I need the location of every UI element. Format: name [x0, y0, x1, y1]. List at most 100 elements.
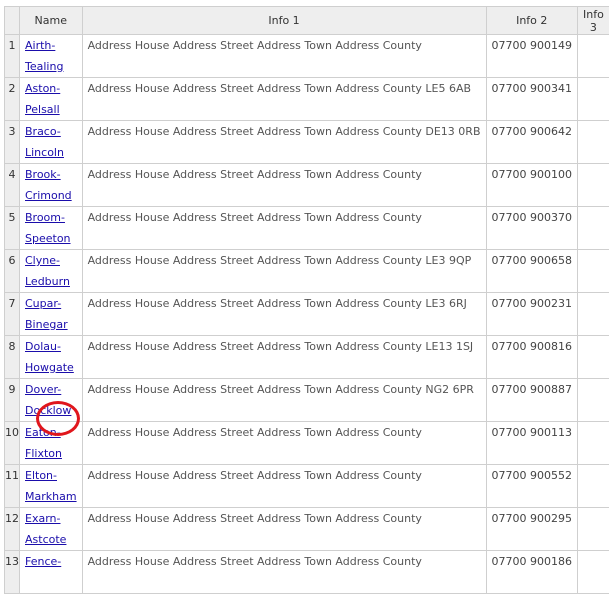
name-cell: Broom-Speeton [20, 207, 83, 250]
info2-cell: 07700 900186 [486, 551, 577, 594]
name-cell: Exarn-Astcote [20, 508, 83, 551]
name-link[interactable]: Brook-Crimond [25, 164, 77, 206]
table-row: 2 Aston-PelsallAddress House Address Stre… [5, 78, 609, 121]
table-row: 11Elton-MarkhamAddress House Address Str… [5, 465, 609, 508]
info2-cell: 07700 900149 [486, 35, 577, 78]
name-cell: Braco-Lincoln [20, 121, 83, 164]
name-link[interactable]: Cupar-Binegar [25, 293, 77, 335]
info3-cell [577, 78, 609, 121]
row-number: 5 [5, 207, 19, 229]
row-number: 2 [5, 78, 19, 100]
info1-cell: Address House Address Street Address Tow… [82, 422, 486, 465]
table-row: 10 Eaton-FlixtonAddress House Address Str… [5, 422, 609, 465]
name-cell: Eaton-Flixton [20, 422, 83, 465]
row-number-cell: 1 [5, 35, 20, 78]
table-row: 3 Braco-LincolnAddress House Address Stre… [5, 121, 609, 164]
name-link[interactable]: Broom-Speeton [25, 207, 77, 249]
row-number: 1 [5, 35, 19, 57]
table-row: 6 Clyne-LedburnAddress House Address Stre… [5, 250, 609, 293]
row-number-cell: 3 [5, 121, 20, 164]
table-row: 4Brook-CrimondAddress House Address Stre… [5, 164, 609, 207]
table-row: 9 Dover-DocklowAddress House Address Stre… [5, 379, 609, 422]
table-row: 12 Exarn-AstcoteAddress House Address Str… [5, 508, 609, 551]
name-link[interactable]: Aston-Pelsall [25, 78, 77, 120]
info1-cell: Address House Address Street Address Tow… [82, 207, 486, 250]
name-cell: Clyne-Ledburn [20, 250, 83, 293]
info3-cell [577, 422, 609, 465]
info2-cell: 07700 900658 [486, 250, 577, 293]
row-number-cell: 5 [5, 207, 20, 250]
info2-cell: 07700 900816 [486, 336, 577, 379]
name-column-header[interactable]: Name [20, 7, 83, 35]
info3-cell [577, 379, 609, 422]
info2-cell: 07700 900552 [486, 465, 577, 508]
table-row: 5 Broom-SpeetonAddress House Address Stre… [5, 207, 609, 250]
info3-cell [577, 164, 609, 207]
row-number-cell: 8 [5, 336, 20, 379]
info1-cell: Address House Address Street Address Tow… [82, 78, 486, 121]
info3-cell [577, 465, 609, 508]
row-number-cell: 12 [5, 508, 20, 551]
info3-cell [577, 293, 609, 336]
name-link[interactable]: Airth-Tealing [25, 35, 77, 77]
info1-cell: Address House Address Street Address Tow… [82, 250, 486, 293]
name-link[interactable]: Elton-Markham [25, 465, 77, 507]
row-number-header [5, 7, 20, 35]
info2-cell: 07700 900100 [486, 164, 577, 207]
row-number: 10 [5, 422, 19, 444]
info1-cell: Address House Address Street Address Tow… [82, 164, 486, 207]
row-number-cell: 10 [5, 422, 20, 465]
name-link[interactable]: Dover-Docklow [25, 379, 77, 421]
info2-cell: 07700 900370 [486, 207, 577, 250]
name-link[interactable]: Exarn-Astcote [25, 508, 77, 550]
info3-cell [577, 336, 609, 379]
info1-cell: Address House Address Street Address Tow… [82, 508, 486, 551]
row-number-cell: 4 [5, 164, 20, 207]
info3-cell [577, 35, 609, 78]
row-number: 8 [5, 336, 19, 358]
name-cell: Aston-Pelsall [20, 78, 83, 121]
row-number: 3 [5, 121, 19, 143]
name-cell: Airth-Tealing [20, 35, 83, 78]
row-number: 6 [5, 250, 19, 272]
info1-cell: Address House Address Street Address Tow… [82, 293, 486, 336]
info3-cell [577, 207, 609, 250]
info2-cell: 07700 900341 [486, 78, 577, 121]
info3-column-header[interactable]: Info 3 [577, 7, 609, 35]
info1-cell: Address House Address Street Address Tow… [82, 379, 486, 422]
info2-cell: 07700 900113 [486, 422, 577, 465]
row-number-cell: 7 [5, 293, 20, 336]
name-link[interactable]: Fence- [25, 551, 77, 572]
info1-cell: Address House Address Street Address Tow… [82, 336, 486, 379]
info3-cell [577, 551, 609, 594]
info1-cell: Address House Address Street Address Tow… [82, 551, 486, 594]
row-number: 9 [5, 379, 19, 401]
address-table: Name Info 1 Info 2 Info 3 1 Airth-Tealing… [4, 6, 609, 594]
name-cell: Dolau-Howgate [20, 336, 83, 379]
name-cell: Dover-Docklow [20, 379, 83, 422]
name-link[interactable]: Clyne-Ledburn [25, 250, 77, 292]
name-cell: Cupar-Binegar [20, 293, 83, 336]
name-link[interactable]: Braco-Lincoln [25, 121, 77, 163]
row-number: 13 [5, 551, 19, 573]
info2-cell: 07700 900231 [486, 293, 577, 336]
row-number-cell: 6 [5, 250, 20, 293]
info1-column-header[interactable]: Info 1 [82, 7, 486, 35]
row-number: 12 [5, 508, 19, 530]
info2-column-header[interactable]: Info 2 [486, 7, 577, 35]
table-row: 7 Cupar-BinegarAddress House Address Stre… [5, 293, 609, 336]
info1-cell: Address House Address Street Address Tow… [82, 121, 486, 164]
info2-cell: 07700 900887 [486, 379, 577, 422]
name-cell: Fence- [20, 551, 83, 594]
name-cell: Elton-Markham [20, 465, 83, 508]
name-link[interactable]: Dolau-Howgate [25, 336, 77, 378]
name-cell: Brook-Crimond [20, 164, 83, 207]
table-row: 13 Fence-Address House Address Street Add… [5, 551, 609, 594]
row-number: 7 [5, 293, 19, 315]
row-number: 11 [5, 465, 19, 487]
info2-cell: 07700 900295 [486, 508, 577, 551]
name-link[interactable]: Eaton-Flixton [25, 422, 77, 464]
row-number-cell: 11 [5, 465, 20, 508]
info2-cell: 07700 900642 [486, 121, 577, 164]
info3-cell [577, 250, 609, 293]
